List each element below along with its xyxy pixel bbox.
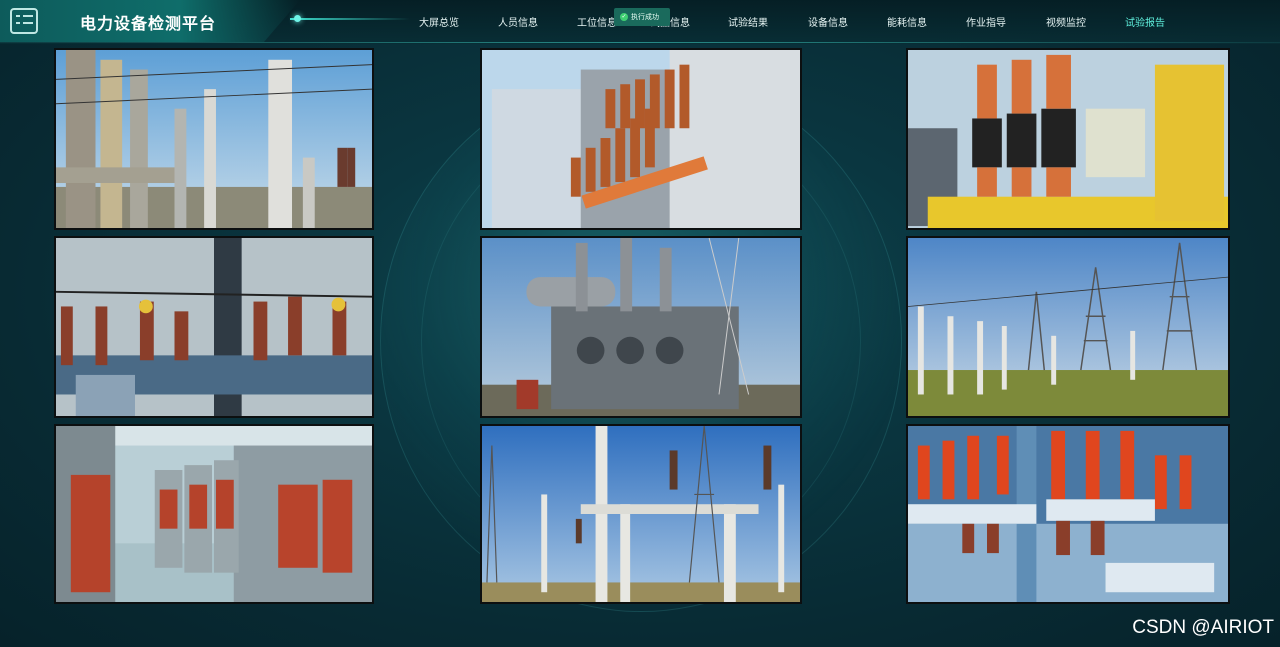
nav-item-video-monitor[interactable]: 视频监控 — [1046, 14, 1086, 29]
pole-switchgear-image — [56, 238, 372, 416]
nav-item-personnel[interactable]: 人员信息 — [498, 14, 538, 29]
nav-item-work-guide[interactable]: 作业指导 — [966, 14, 1006, 29]
success-toast: ✓ 执行成功 — [614, 8, 670, 26]
csdn-watermark: CSDN @AIRIOT — [1132, 617, 1274, 638]
video-tile-4[interactable] — [54, 236, 374, 418]
check-circle-icon: ✓ — [620, 13, 628, 21]
substation-insulators-image — [56, 50, 372, 228]
header-divider — [0, 42, 1280, 43]
video-tile-2[interactable] — [480, 48, 802, 230]
nav-item-equipment[interactable]: 设备信息 — [808, 14, 848, 29]
nav-item-overview[interactable]: 大屏总览 — [419, 14, 459, 29]
video-tile-3[interactable] — [906, 48, 1230, 230]
nav-item-test-results[interactable]: 试验结果 — [728, 14, 768, 29]
toast-text: 执行成功 — [631, 13, 659, 21]
indoor-switchgear-image — [56, 426, 372, 602]
video-tile-1[interactable] — [54, 48, 374, 230]
yellow-transformer-image — [908, 50, 1228, 228]
video-tile-7[interactable] — [54, 424, 374, 604]
substation-structures-image — [482, 426, 800, 602]
video-tile-6[interactable] — [906, 236, 1230, 418]
glowing-insulators-image — [908, 426, 1228, 602]
header-accent-line — [290, 18, 410, 20]
video-tile-9[interactable] — [906, 424, 1230, 604]
main-nav: 大屏总览 人员信息 工位信息 试品信息 试验结果 设备信息 能耗信息 作业指导 … — [400, 0, 1280, 42]
header-accent-dot — [294, 15, 301, 22]
nav-item-test-report[interactable]: 试验报告 — [1125, 14, 1165, 29]
video-tile-8[interactable] — [480, 424, 802, 604]
substation-field-image — [908, 238, 1228, 416]
video-tile-5[interactable] — [480, 236, 802, 418]
power-transformer-image — [482, 238, 800, 416]
top-header: 电力设备检测平台 大屏总览 人员信息 工位信息 试品信息 试验结果 设备信息 能… — [0, 0, 1280, 44]
checklist-icon[interactable] — [10, 8, 38, 34]
nav-item-workstation[interactable]: 工位信息 — [577, 14, 617, 29]
transformer-bushings-image — [482, 50, 800, 228]
nav-item-energy[interactable]: 能耗信息 — [887, 14, 927, 29]
app-title: 电力设备检测平台 — [80, 14, 217, 33]
